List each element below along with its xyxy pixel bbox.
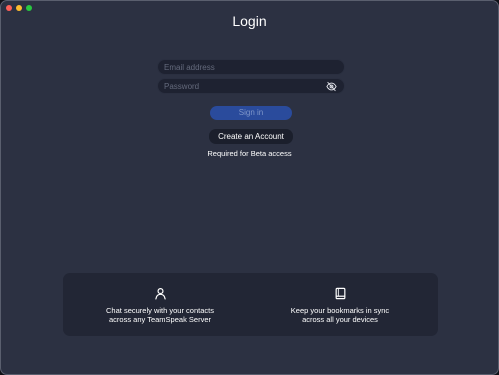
email-input[interactable] xyxy=(158,60,324,74)
password-input[interactable] xyxy=(158,79,324,93)
minimize-window-button[interactable] xyxy=(16,5,22,11)
feature-chat: Chat securely with your contacts across … xyxy=(70,287,250,324)
book-icon xyxy=(335,287,345,300)
page-title: Login xyxy=(232,13,267,29)
features-panel: Chat securely with your contacts across … xyxy=(63,273,438,336)
beta-access-note: Required for Beta access xyxy=(207,149,292,158)
maximize-window-button[interactable] xyxy=(26,5,32,11)
password-field[interactable] xyxy=(157,78,345,94)
feature-chat-line1: Chat securely with your contacts xyxy=(106,306,214,315)
login-window: Login Sign in Create an Account Required… xyxy=(0,0,499,375)
create-account-button[interactable]: Create an Account xyxy=(209,129,293,144)
feature-bookmarks-line1: Keep your bookmarks in sync xyxy=(290,306,390,315)
person-icon xyxy=(154,288,166,300)
feature-bookmarks: Keep your bookmarks in sync across all y… xyxy=(250,287,430,324)
sign-in-button[interactable]: Sign in xyxy=(210,106,292,120)
feature-chat-line2: across any TeamSpeak Server xyxy=(109,315,211,324)
feature-bookmarks-line2: across all your devices xyxy=(302,315,378,324)
close-window-button[interactable] xyxy=(6,5,12,11)
email-field[interactable] xyxy=(157,59,345,75)
window-controls xyxy=(6,5,32,11)
eye-slash-icon[interactable] xyxy=(326,81,337,92)
